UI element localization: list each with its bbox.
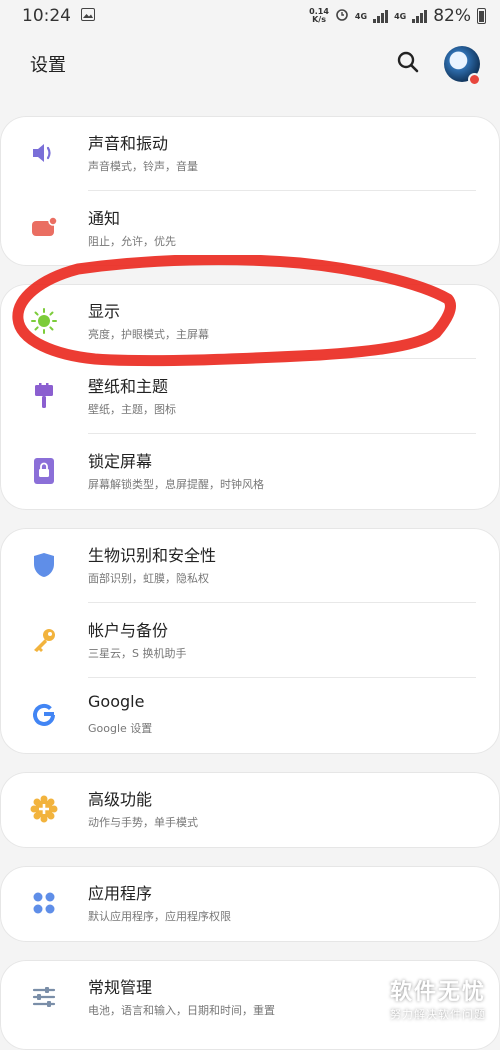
- setting-subtitle: 动作与手势，单手模式: [88, 816, 198, 829]
- watermark: 软件无忧 努力解决软件问题: [390, 974, 486, 1022]
- setting-title: 常规管理: [88, 978, 153, 997]
- status-bar: 10:24 0.14 K/s 4G 4G 82%: [0, 0, 500, 32]
- setting-row-biometrics[interactable]: 生物识别和安全性 面部识别，虹膜，隐私权: [0, 528, 500, 602]
- signal-icon-2: [412, 9, 428, 23]
- app-header: 设置: [0, 36, 500, 92]
- setting-row-display[interactable]: 显示 亮度，护眼模式，主屏幕: [0, 284, 500, 358]
- setting-subtitle: Google 设置: [88, 722, 153, 735]
- notification-dot: [468, 73, 481, 86]
- battery-percent: 82%: [433, 6, 471, 26]
- setting-row-google[interactable]: Google Google 设置: [0, 678, 500, 752]
- setting-subtitle: 默认应用程序，应用程序权限: [88, 910, 231, 923]
- settings-card-1: 声音和振动 声音模式，铃声，音量 通知 阻止，允许，优先: [0, 116, 500, 266]
- setting-row-accounts[interactable]: 帐户与备份 三星云，S 换机助手: [0, 603, 500, 677]
- settings-card-5: 应用程序 默认应用程序，应用程序权限: [0, 866, 500, 942]
- setting-title: 帐户与备份: [88, 621, 169, 640]
- setting-subtitle: 壁纸，主题，图标: [88, 403, 176, 416]
- setting-title: 生物识别和安全性: [88, 546, 217, 565]
- paintbrush-icon: [30, 382, 58, 410]
- settings-card-2: 显示 亮度，护眼模式，主屏幕 壁纸和主题 壁纸，主题，图标 锁定屏幕 屏幕解锁类…: [0, 284, 500, 510]
- google-icon: [30, 701, 58, 729]
- setting-title: 锁定屏幕: [88, 452, 153, 471]
- setting-subtitle: 面部识别，虹膜，隐私权: [88, 572, 209, 585]
- watermark-subtitle: 努力解决软件问题: [389, 1008, 486, 1021]
- setting-row-wallpaper[interactable]: 壁纸和主题 壁纸，主题，图标: [0, 359, 500, 433]
- setting-subtitle: 三星云，S 换机助手: [88, 647, 187, 660]
- setting-row-notifications[interactable]: 通知 阻止，允许，优先: [0, 191, 500, 265]
- plus-gear-icon: [30, 795, 58, 823]
- network-type-2: 4G: [394, 11, 407, 21]
- signal-icon: [373, 9, 389, 23]
- watermark-title: 软件无忧: [389, 980, 486, 1005]
- setting-subtitle: 电池，语言和输入，日期和时间，重置: [88, 1004, 275, 1017]
- setting-row-sound[interactable]: 声音和振动 声音模式，铃声，音量: [0, 116, 500, 190]
- volume-icon: [30, 139, 58, 167]
- net-speed: 0.14 K/s: [309, 7, 329, 24]
- setting-subtitle: 屏幕解锁类型，息屏提醒，时钟风格: [88, 478, 264, 491]
- alarm-icon: [335, 6, 349, 26]
- sliders-icon: [30, 983, 58, 1011]
- setting-subtitle: 声音模式，铃声，音量: [88, 160, 198, 173]
- setting-row-apps[interactable]: 应用程序 默认应用程序，应用程序权限: [0, 866, 500, 940]
- settings-card-3: 生物识别和安全性 面部识别，虹膜，隐私权 帐户与备份 三星云，S 换机助手 Go…: [0, 528, 500, 754]
- apps-grid-icon: [30, 889, 58, 917]
- lock-icon: [30, 457, 58, 485]
- setting-title: 壁纸和主题: [88, 377, 169, 396]
- setting-title: 应用程序: [88, 884, 153, 903]
- brightness-icon: [30, 307, 58, 335]
- search-icon[interactable]: [396, 50, 420, 78]
- battery-icon: [477, 8, 486, 24]
- gallery-icon: [81, 6, 95, 26]
- notification-icon: [30, 214, 58, 242]
- setting-title: 声音和振动: [88, 134, 169, 153]
- key-icon: [30, 626, 58, 654]
- settings-card-4: 高级功能 动作与手势，单手模式: [0, 772, 500, 848]
- status-time: 10:24: [22, 6, 71, 26]
- page-title: 设置: [30, 55, 66, 76]
- setting-subtitle: 亮度，护眼模式，主屏幕: [88, 328, 209, 341]
- setting-title: 通知: [88, 209, 121, 228]
- setting-title: 显示: [88, 302, 121, 321]
- network-type-1: 4G: [354, 11, 368, 21]
- shield-icon: [30, 551, 58, 579]
- setting-subtitle: 阻止，允许，优先: [88, 235, 176, 248]
- setting-title: Google: [88, 692, 145, 711]
- setting-row-advanced[interactable]: 高级功能 动作与手势，单手模式: [0, 772, 500, 846]
- profile-avatar[interactable]: [444, 46, 481, 86]
- setting-title: 高级功能: [88, 790, 153, 809]
- setting-row-lockscreen[interactable]: 锁定屏幕 屏幕解锁类型，息屏提醒，时钟风格: [0, 434, 500, 508]
